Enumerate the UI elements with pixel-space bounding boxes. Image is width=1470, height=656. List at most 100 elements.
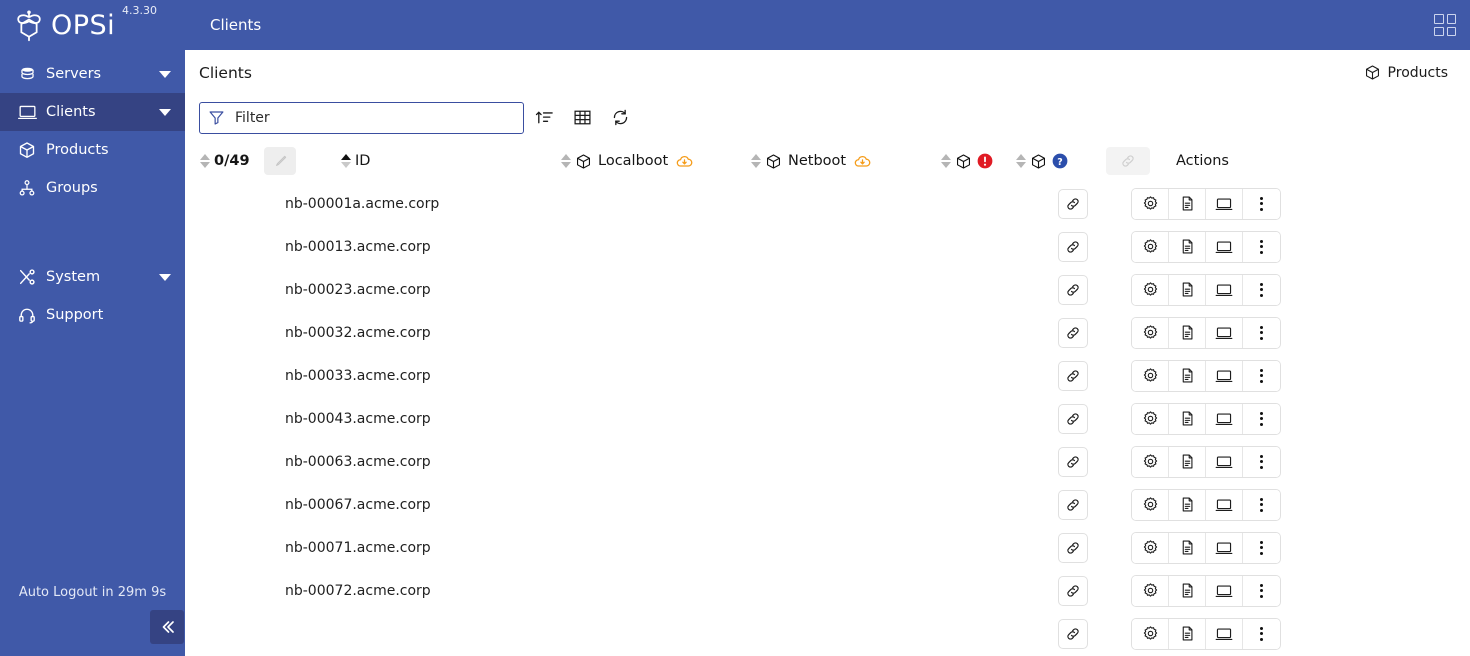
row-link-button[interactable] [1058,317,1088,348]
log-action[interactable] [1169,446,1206,477]
sort-toggle-id[interactable] [340,154,351,168]
settings-action[interactable] [1132,532,1169,563]
sort-toggle-localboot[interactable] [560,154,571,168]
terminal-action[interactable] [1206,532,1243,563]
table-row[interactable]: nb-00063.acme.corp [185,440,1470,483]
table-row[interactable]: nb-00032.acme.corp [185,311,1470,354]
header-unknown[interactable]: ? [1015,152,1090,170]
settings-action[interactable] [1132,446,1169,477]
sidebar-item-products[interactable]: Products [0,131,185,169]
terminal-action[interactable] [1206,188,1243,219]
header-netboot[interactable]: Netboot [750,152,940,171]
settings-action[interactable] [1132,274,1169,305]
filter-box[interactable] [199,101,524,134]
settings-action[interactable] [1132,489,1169,520]
row-link-button[interactable] [1058,618,1088,649]
chevron-down-icon[interactable] [159,273,171,281]
settings-action[interactable] [1132,231,1169,262]
more-action[interactable] [1243,360,1280,391]
log-action[interactable] [1169,360,1206,391]
table-row[interactable]: nb-00001a.acme.corp [185,182,1470,225]
row-link-button[interactable] [1058,489,1088,520]
sidebar-item-servers[interactable]: Servers [0,55,185,93]
more-action[interactable] [1243,532,1280,563]
sidebar-item-system[interactable]: System [0,258,185,296]
row-actions [1131,488,1281,521]
row-link-button[interactable] [1058,403,1088,434]
settings-action[interactable] [1132,403,1169,434]
log-action[interactable] [1169,575,1206,606]
settings-action[interactable] [1132,188,1169,219]
settings-action[interactable] [1132,575,1169,606]
table-row[interactable]: nb-00072.acme.corp [185,569,1470,612]
table-row[interactable] [185,612,1470,655]
log-action[interactable] [1169,317,1206,348]
sort-toggle-selection[interactable] [199,154,210,168]
sort-toggle-unknown[interactable] [1015,154,1026,168]
more-action[interactable] [1243,446,1280,477]
header-localboot[interactable]: Localboot [560,152,750,171]
settings-action[interactable] [1132,618,1169,649]
sidebar-item-groups[interactable]: Groups [0,169,185,207]
more-action[interactable] [1243,403,1280,434]
sort-button[interactable] [526,102,562,134]
header-failed[interactable] [940,152,1015,170]
chevron-down-icon[interactable] [159,108,171,116]
row-link-button[interactable] [1058,360,1088,391]
row-action-group [1131,230,1281,263]
log-action[interactable] [1169,489,1206,520]
row-link-button[interactable] [1058,575,1088,606]
table-row[interactable]: nb-00043.acme.corp [185,397,1470,440]
terminal-action[interactable] [1206,403,1243,434]
apps-grid-icon[interactable] [1434,14,1456,36]
log-action[interactable] [1169,618,1206,649]
table-row[interactable]: nb-00023.acme.corp [185,268,1470,311]
row-link-button[interactable] [1058,231,1088,262]
sidebar-item-clients[interactable]: Clients [0,93,185,131]
refresh-button[interactable] [602,102,638,134]
terminal-action[interactable] [1206,360,1243,391]
link-chain-icon [1065,196,1081,212]
search-input[interactable] [235,109,515,126]
table-row[interactable]: nb-00013.acme.corp [185,225,1470,268]
table-row[interactable]: nb-00033.acme.corp [185,354,1470,397]
row-link-button[interactable] [1058,532,1088,563]
more-action[interactable] [1243,188,1280,219]
terminal-action[interactable] [1206,575,1243,606]
gear-icon [1142,238,1159,255]
header-id[interactable]: ID [340,153,560,169]
sidebar-collapse-button[interactable] [149,610,184,644]
sort-toggle-netboot[interactable] [750,154,761,168]
settings-action[interactable] [1132,360,1169,391]
terminal-action[interactable] [1206,231,1243,262]
sidebar-item-support[interactable]: Support [0,296,185,334]
sort-toggle-failed[interactable] [940,154,951,168]
log-action[interactable] [1169,403,1206,434]
log-action[interactable] [1169,274,1206,305]
terminal-action[interactable] [1206,274,1243,305]
table-row[interactable]: nb-00071.acme.corp [185,526,1470,569]
terminal-action[interactable] [1206,618,1243,649]
more-action[interactable] [1243,274,1280,305]
chevron-down-icon[interactable] [159,70,171,78]
terminal-action[interactable] [1206,489,1243,520]
columns-button[interactable] [564,102,600,134]
row-link-button[interactable] [1058,188,1088,219]
brand[interactable]: OPSi 4.3.30 [0,0,185,50]
log-action[interactable] [1169,188,1206,219]
row-link-button[interactable] [1058,274,1088,305]
more-action[interactable] [1243,618,1280,649]
more-action[interactable] [1243,231,1280,262]
products-button[interactable]: Products [1358,60,1454,85]
table-row[interactable]: nb-00067.acme.corp [185,483,1470,526]
terminal-action[interactable] [1206,317,1243,348]
log-action[interactable] [1169,532,1206,563]
more-action[interactable] [1243,575,1280,606]
bulk-edit-button[interactable] [264,147,296,175]
more-action[interactable] [1243,317,1280,348]
more-action[interactable] [1243,489,1280,520]
terminal-action[interactable] [1206,446,1243,477]
settings-action[interactable] [1132,317,1169,348]
row-link-button[interactable] [1058,446,1088,477]
log-action[interactable] [1169,231,1206,262]
